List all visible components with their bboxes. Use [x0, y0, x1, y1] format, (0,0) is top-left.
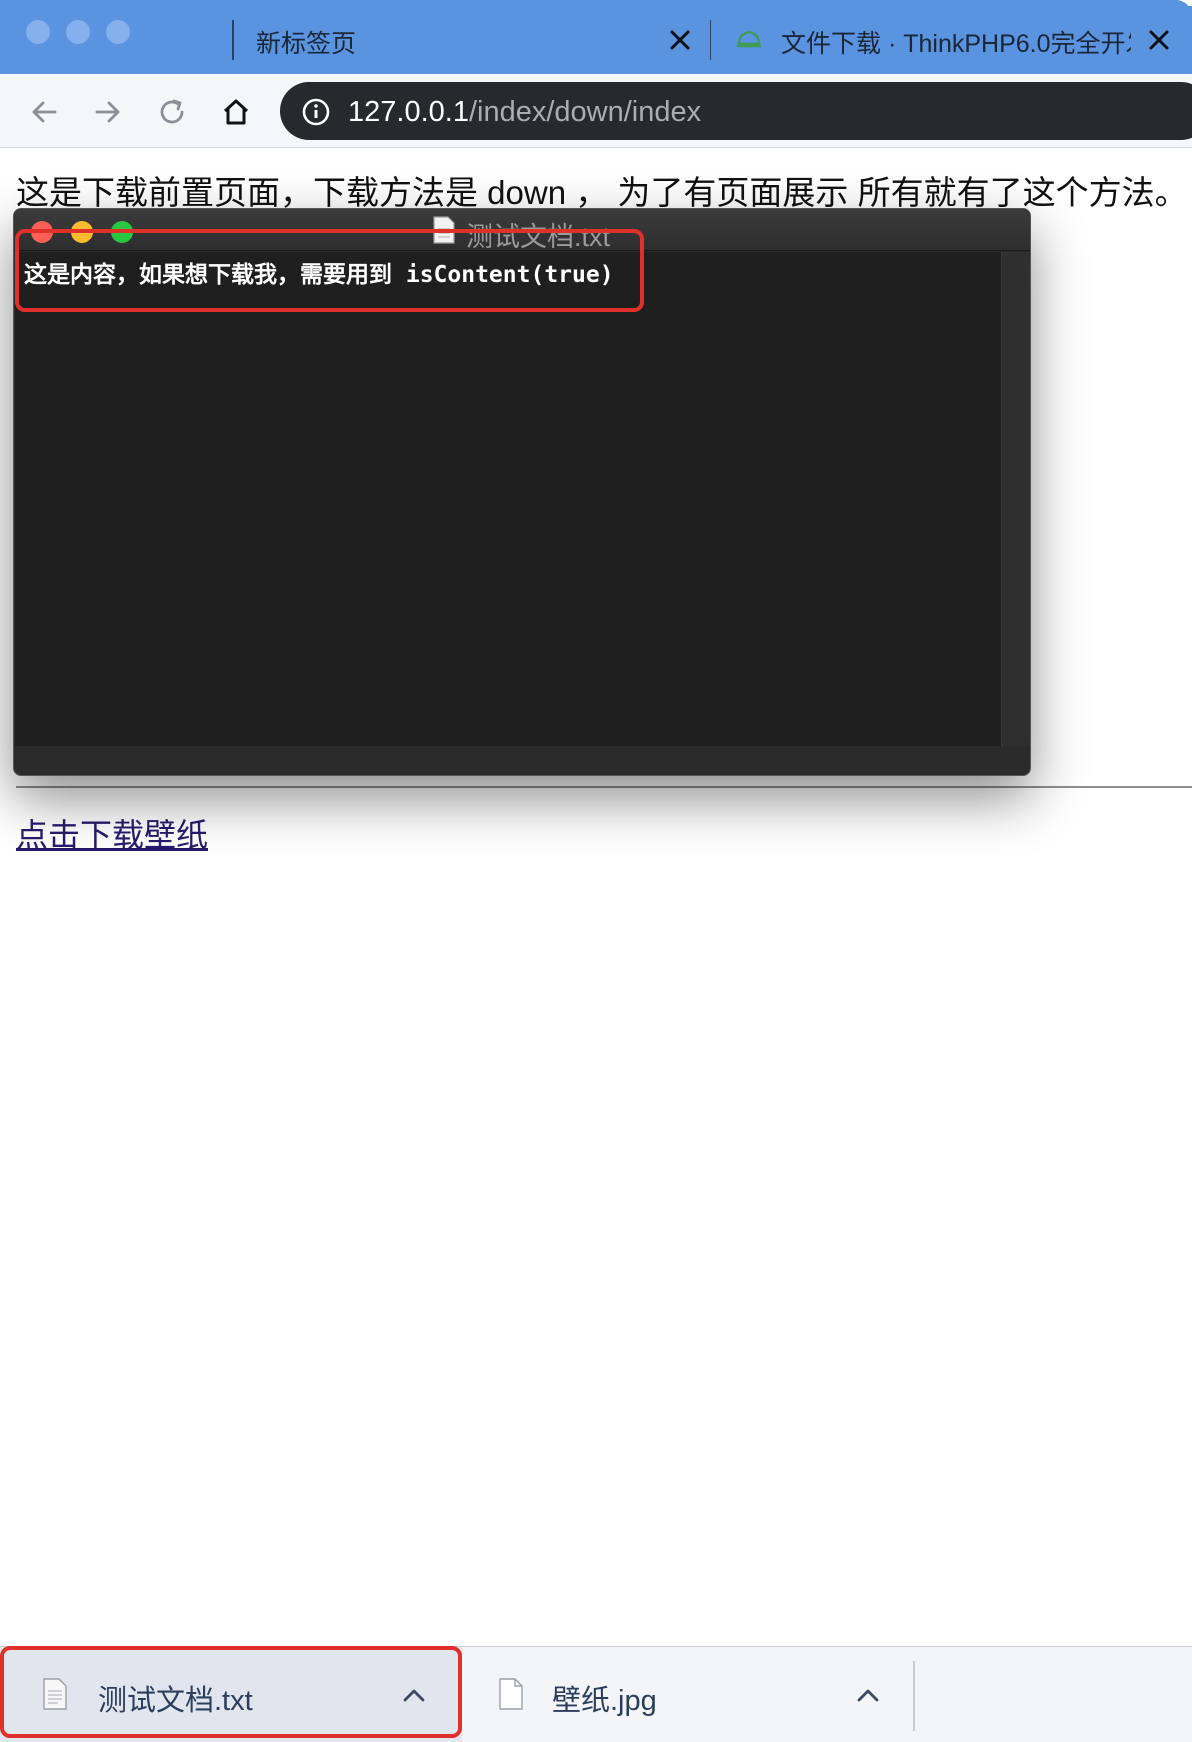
editor-text-area[interactable]: [15, 252, 1001, 746]
reload-icon[interactable]: [150, 90, 194, 134]
highlight-box-download: [0, 1646, 462, 1738]
site-info-icon[interactable]: [302, 98, 330, 131]
tab-close-icon[interactable]: [660, 20, 700, 60]
tab-close-icon[interactable]: [1139, 20, 1179, 60]
url-host: 127.0.0.1: [348, 96, 469, 128]
tab-new-tab-title[interactable]: 新标签页: [256, 24, 656, 60]
forward-icon[interactable]: [86, 90, 130, 134]
tab-file-download-title: 文件下载 · ThinkPHP6.0完全开发手册: [781, 30, 1131, 58]
address-bar[interactable]: 127.0.0.1/index/down/index: [280, 82, 1192, 140]
download-item-jpg[interactable]: 壁纸.jpg: [462, 1647, 912, 1742]
browser-tab-strip: 新标签页 文件下载 · ThinkPHP6.0完全开发手册: [0, 0, 1192, 74]
window-minimize-dot[interactable]: [66, 20, 90, 44]
home-icon[interactable]: [214, 90, 258, 134]
intro-text: 这是下载前置页面，下载方法是 down ， 为了有页面展示 所有就有了这个方法。: [16, 174, 1188, 211]
thinkphp-favicon-icon: [735, 26, 763, 59]
url-path: /index/down/index: [468, 96, 702, 128]
window-maximize-dot[interactable]: [106, 20, 130, 44]
download-wallpaper-link[interactable]: 点击下载壁纸: [16, 810, 208, 856]
download-filename: 壁纸.jpg: [552, 1685, 657, 1717]
url-text[interactable]: 127.0.0.1/index/down/index: [348, 96, 701, 129]
highlight-box-content: [15, 229, 644, 312]
shelf-separator: [913, 1661, 915, 1731]
file-icon: [498, 1677, 524, 1716]
tab-file-download[interactable]: 文件下载 · ThinkPHP6.0完全开发手册: [711, 6, 1192, 74]
editor-scrollbar[interactable]: [1001, 252, 1030, 746]
window-close-dot[interactable]: [26, 20, 50, 44]
browser-toolbar: 127.0.0.1/index/down/index: [0, 74, 1192, 148]
chevron-up-icon[interactable]: [850, 1677, 886, 1713]
tab-separator: [232, 20, 234, 60]
back-icon[interactable]: [22, 90, 66, 134]
horizontal-rule: [16, 786, 1192, 788]
